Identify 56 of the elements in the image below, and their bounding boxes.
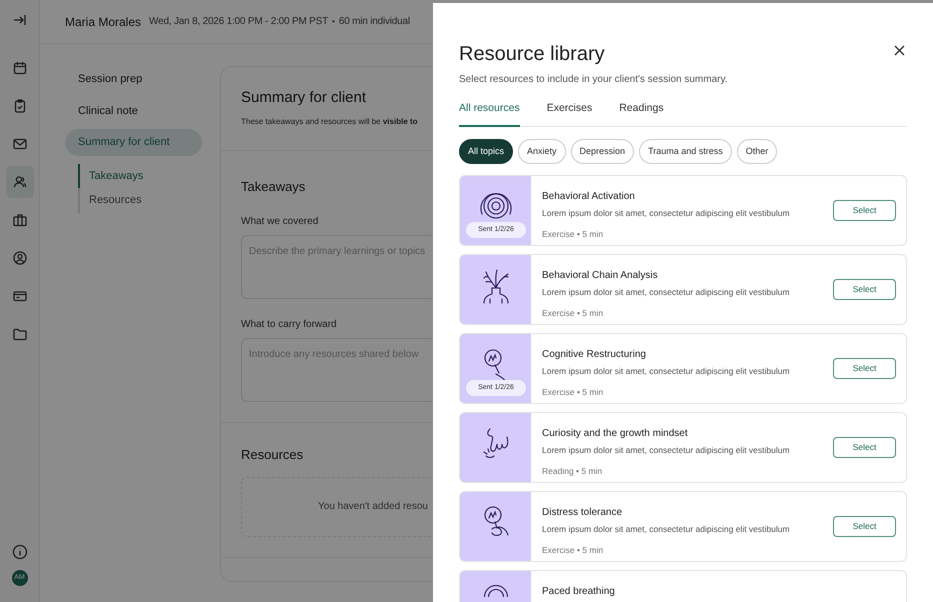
- topic-chip[interactable]: Trauma and stress: [639, 138, 732, 164]
- resource-description: Lorem ipsum dolor sit amet, consectetur adipiscing elit vestibulum: [542, 523, 791, 536]
- resource-meta: Exercise • 5 min: [542, 307, 604, 320]
- resource-meta: Reading • 5 min: [542, 465, 604, 478]
- drawer-subtitle: Select resources to include in your client's session summary.: [459, 73, 729, 87]
- people-icon[interactable]: [12, 174, 28, 190]
- topic-chip[interactable]: All topics: [459, 138, 514, 164]
- select-button[interactable]: Select: [833, 358, 896, 380]
- folder-icon[interactable]: [12, 326, 28, 342]
- nav-item[interactable]: Clinical note: [65, 98, 202, 124]
- tab[interactable]: Exercises: [546, 101, 592, 127]
- select-button[interactable]: Select: [833, 437, 896, 458]
- select-button[interactable]: Select: [833, 200, 896, 222]
- section-heading: Takeaways: [241, 178, 306, 196]
- close-icon[interactable]: [894, 45, 905, 56]
- empty-text: You haven't added resou: [318, 500, 428, 514]
- resource-title: Cognitive Restructuring: [542, 348, 647, 362]
- topic-chip[interactable]: Anxiety: [518, 138, 566, 164]
- user-circle-icon[interactable]: [12, 250, 28, 266]
- separator: •: [332, 16, 335, 28]
- card-title: Summary for client: [241, 88, 368, 108]
- info-icon[interactable]: [12, 544, 28, 560]
- select-button[interactable]: Select: [833, 516, 896, 538]
- collapse-icon[interactable]: [12, 12, 28, 28]
- select-button[interactable]: Select: [833, 279, 896, 300]
- section-heading: Resources: [241, 446, 304, 464]
- resource-meta: Exercise • 5 min: [542, 544, 604, 557]
- subnav-item[interactable]: Resources: [78, 188, 202, 212]
- field-label: What to carry forward: [241, 318, 338, 332]
- subnav-item[interactable]: Takeaways: [78, 164, 202, 188]
- resource-title: Curiosity and the growth mindset: [542, 427, 689, 442]
- resource-meta: Exercise • 5 min: [542, 386, 604, 399]
- session-datetime: Wed, Jan 8, 2026 1:00 PM - 2:00 PM PST: [149, 15, 328, 29]
- resource-description: Lorem ipsum dolor sit amet, consectetur adipiscing elit vestibulum: [542, 207, 791, 220]
- topic-chip[interactable]: Depression: [570, 138, 634, 164]
- resource-meta: Exercise • 5 min: [542, 228, 604, 241]
- field-label: What we covered: [241, 215, 320, 229]
- resource-title: Distress tolerance: [542, 506, 624, 520]
- drawer-title: Resource library: [459, 42, 605, 67]
- resource-description: Lorem ipsum dolor sit amet, consectetur adipiscing elit vestibulum: [542, 365, 791, 378]
- card-subtitle: These takeaways and resources will be visible to: [241, 116, 419, 128]
- tab[interactable]: Readings: [619, 101, 664, 127]
- tab[interactable]: All resources: [459, 101, 520, 127]
- resource-title: Behavioral Activation: [542, 190, 636, 204]
- resource-title: Paced breathing: [542, 585, 616, 600]
- resource-description: Lorem ipsum dolor sit amet, consectetur adipiscing elit vestibulum: [542, 444, 791, 457]
- session-type: 60 min individual: [338, 15, 410, 29]
- calendar-icon[interactable]: [12, 60, 28, 76]
- mail-icon[interactable]: [12, 136, 28, 152]
- nav-rail-item[interactable]: [6, 166, 34, 198]
- briefcase-icon[interactable]: [12, 212, 28, 228]
- resource-title: Behavioral Chain Analysis: [542, 269, 659, 284]
- client-name: Maria Morales: [65, 14, 142, 30]
- resource-description: Lorem ipsum dolor sit amet, consectetur adipiscing elit vestibulum: [542, 286, 791, 299]
- topic-chip[interactable]: Other: [736, 138, 778, 164]
- nav-item[interactable]: Session prep: [65, 66, 202, 92]
